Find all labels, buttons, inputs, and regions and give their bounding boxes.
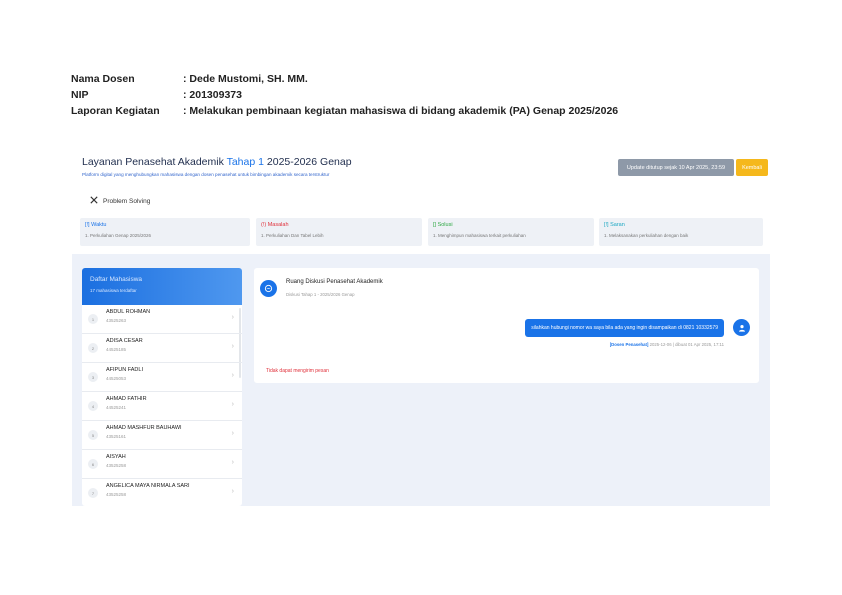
list-item[interactable]: 2 ADISA CESAR 44525185 › (82, 334, 242, 363)
list-item[interactable]: 1 ABDUL ROHMAN 43525263 › (82, 305, 242, 334)
chevron-right-icon: › (231, 430, 234, 437)
ps-card-masalah: (!) Masalah 1. Perkuliahan Dan Tabel Leb… (256, 218, 422, 246)
back-button[interactable]: Kembali (736, 159, 768, 176)
list-item[interactable]: 6 AISYAH 43525258 › (82, 450, 242, 479)
chevron-right-icon: › (231, 314, 234, 321)
student-list-panel: Daftar Mahasiswa 17 mahasiswa terdaftar … (82, 268, 242, 506)
doc-label: Nama Dosen (71, 73, 135, 85)
tools-icon (90, 196, 98, 206)
student-id: 43525263 (106, 318, 127, 323)
ps-card-heading: [] Solusi (433, 222, 453, 228)
ps-card-text: 1. Menghimpun mahasiswa terkait perkulia… (433, 233, 526, 238)
document-header: Nama Dosen : Dede Mustomi, SH. MM. NIP :… (71, 71, 618, 119)
problem-solving-title: Problem Solving (90, 196, 150, 206)
ps-card-heading: [!] Saran (604, 222, 625, 228)
chevron-right-icon: › (231, 343, 234, 350)
student-id: 43525161 (106, 434, 127, 439)
screenshot-embed: Layanan Penasehat Akademik Tahap 1 2025-… (72, 142, 770, 506)
student-id: 43525258 (106, 492, 127, 497)
user-icon (733, 319, 750, 336)
student-list-count: 17 mahasiswa terdaftar (90, 288, 137, 293)
doc-row-nip: NIP : 201309373 (71, 87, 618, 103)
message-meta: [Dosen Penasehat] 2025-12-06 | dibuat 01… (610, 342, 724, 347)
student-id: 43525258 (106, 463, 127, 468)
update-closed-button[interactable]: Update ditutup sejak 10 Apr 2025, 23:59 (618, 159, 734, 176)
student-name: ABDUL ROHMAN (106, 309, 151, 315)
student-number: 2 (88, 343, 98, 353)
student-list-header: Daftar Mahasiswa 17 mahasiswa terdaftar (82, 268, 242, 305)
student-name: ADISA CESAR (106, 338, 143, 344)
chevron-right-icon: › (231, 459, 234, 466)
student-id: 44525241 (106, 405, 127, 410)
ps-card-text: 1. Perkuliahan Dan Tabel Lebih (261, 233, 324, 238)
cannot-send-notice: Tidak dapat mengirim pesan (266, 368, 329, 374)
student-number: 7 (88, 488, 98, 498)
list-item[interactable]: 3 AFIPUN FADLI 44525053 › (82, 363, 242, 392)
doc-value: : Melakukan pembinaan kegiatan mahasiswa… (183, 105, 619, 117)
student-number: 5 (88, 430, 98, 440)
student-number: 4 (88, 401, 98, 411)
student-name: AHMAD FATHIR (106, 396, 147, 402)
title-highlight: Tahap 1 (226, 156, 264, 168)
student-number: 3 (88, 372, 98, 382)
ps-card-heading: [!] Waktu (85, 222, 107, 228)
list-item[interactable]: 7 ANGELICA MAYA NIRMALA SARI 43525258 › (82, 479, 242, 506)
message-timestamp: 2025-12-06 | dibuat 01 Apr 2025, 17:11 (649, 342, 724, 347)
doc-label: Laporan Kegiatan (71, 105, 160, 117)
doc-value: : Dede Mustomi, SH. MM. (183, 73, 308, 85)
ps-card-solusi: [] Solusi 1. Menghimpun mahasiswa terkai… (428, 218, 594, 246)
student-number: 1 (88, 314, 98, 324)
page-subtitle: Platform digital yang menghubungkan maha… (82, 172, 330, 177)
title-prefix: Layanan Penasehat Akademik (82, 156, 224, 168)
page-title: Layanan Penasehat Akademik Tahap 1 2025-… (82, 156, 352, 168)
discussion-panel: Ruang Diskusi Penasehat Akademik Diskusi… (254, 268, 759, 383)
doc-row-dosen: Nama Dosen : Dede Mustomi, SH. MM. (71, 71, 618, 87)
student-name: ANGELICA MAYA NIRMALA SARI (106, 483, 190, 489)
chevron-right-icon: › (231, 401, 234, 408)
title-suffix: 2025-2026 Genap (266, 156, 352, 168)
student-name: AISYAH (106, 454, 126, 460)
problem-solving-label: Problem Solving (103, 197, 151, 205)
message-bubble: silahkan hubungi nomor wa saya bila ada … (525, 319, 724, 337)
discussion-subtitle: Diskusi Tahap 1 - 2025/2026 Genap (286, 292, 355, 297)
student-list-title: Daftar Mahasiswa (90, 276, 143, 283)
chevron-right-icon: › (231, 488, 234, 495)
student-name: AHMAD MASHFUR BAUHAWI (106, 425, 182, 431)
student-name: AFIPUN FADLI (106, 367, 143, 373)
list-item[interactable]: 5 AHMAD MASHFUR BAUHAWI 43525161 › (82, 421, 242, 450)
student-number: 6 (88, 459, 98, 469)
discussion-title: Ruang Diskusi Penasehat Akademik (286, 279, 383, 285)
student-id: 44525053 (106, 376, 127, 381)
doc-label: NIP (71, 89, 89, 101)
header-card: Layanan Penasehat Akademik Tahap 1 2025-… (72, 142, 770, 254)
ps-card-heading: (!) Masalah (261, 222, 289, 228)
doc-row-laporan: Laporan Kegiatan : Melakukan pembinaan k… (71, 103, 618, 119)
ps-card-waktu: [!] Waktu 1. Perkuliahan Genap 2025/2026 (80, 218, 250, 246)
student-id: 44525185 (106, 347, 127, 352)
chevron-right-icon: › (231, 372, 234, 379)
chat-icon (260, 280, 277, 297)
list-item[interactable]: 4 AHMAD FATHIR 44525241 › (82, 392, 242, 421)
message-author: [Dosen Penasehat] (609, 342, 649, 347)
ps-card-text: 1. Perkuliahan Genap 2025/2026 (85, 233, 152, 238)
ps-card-text: 1. Melaksanakan perkuliahan dengan baik (604, 233, 689, 238)
ps-card-saran: [!] Saran 1. Melaksanakan perkuliahan de… (599, 218, 763, 246)
doc-value: : 201309373 (183, 89, 242, 101)
